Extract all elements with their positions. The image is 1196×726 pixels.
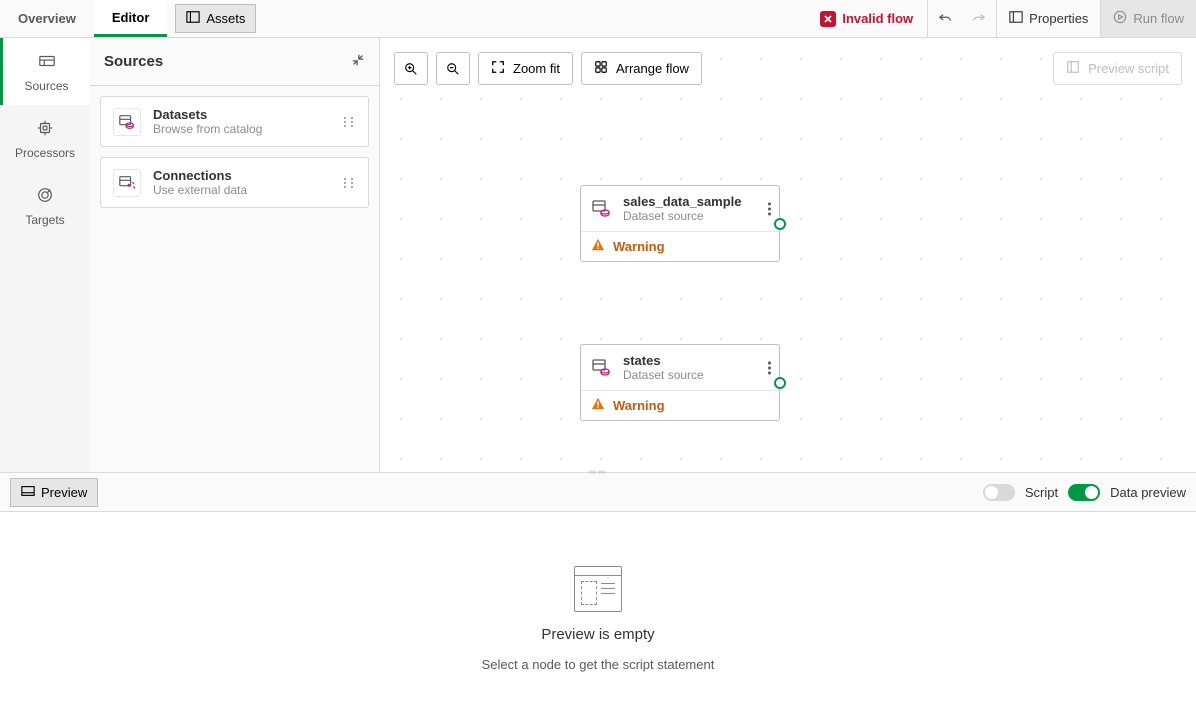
targets-icon <box>36 186 54 207</box>
warning-icon <box>591 238 605 255</box>
assets-label: Assets <box>206 11 245 26</box>
resize-handle[interactable]: ══ <box>583 467 613 478</box>
card-subtitle: Use external data <box>153 183 332 197</box>
undo-button[interactable] <box>928 0 962 37</box>
fullscreen-icon <box>491 60 505 77</box>
data-preview-toggle-label: Data preview <box>1110 485 1186 500</box>
dataset-source-icon <box>591 357 613 379</box>
warning-label: Warning <box>613 398 665 413</box>
run-label: Run flow <box>1133 11 1184 26</box>
panel-icon <box>1009 10 1023 27</box>
script-toggle[interactable] <box>983 484 1015 501</box>
panel-icon <box>21 484 35 501</box>
zoom-fit-label: Zoom fit <box>513 61 560 76</box>
topbar: Overview Editor Assets Invalid flow Prop… <box>0 0 1196 38</box>
data-preview-toggle[interactable] <box>1068 484 1100 501</box>
panel-icon <box>186 10 200 27</box>
drag-handle-icon[interactable] <box>344 117 356 127</box>
vtab-label: Targets <box>25 213 64 227</box>
node-warning: Warning <box>581 231 779 261</box>
vtab-processors[interactable]: Processors <box>0 105 90 172</box>
node-title: states <box>623 353 704 368</box>
node-title: sales_data_sample <box>623 194 742 209</box>
preview-button[interactable]: Preview <box>10 478 98 507</box>
preview-bar: ══ Preview Script Data preview <box>0 472 1196 512</box>
invalid-flow-status: Invalid flow <box>820 11 927 27</box>
collapse-icon[interactable] <box>351 53 365 70</box>
card-datasets[interactable]: Datasets Browse from catalog <box>100 96 369 147</box>
properties-label: Properties <box>1029 11 1088 26</box>
card-subtitle: Browse from catalog <box>153 122 332 136</box>
node-menu-button[interactable] <box>768 361 771 374</box>
processors-icon <box>36 119 54 140</box>
nav-tabs: Overview Editor <box>0 0 167 37</box>
zoom-fit-button[interactable]: Zoom fit <box>478 52 573 85</box>
card-connections[interactable]: Connections Use external data <box>100 157 369 208</box>
preview-label: Preview <box>41 485 87 500</box>
node-warning: Warning <box>581 390 779 420</box>
zoom-out-button[interactable] <box>436 52 470 85</box>
preview-empty-state: Preview is empty Select a node to get th… <box>0 512 1196 726</box>
redo-button[interactable] <box>962 0 996 37</box>
panel-title: Sources <box>104 53 163 70</box>
sources-icon <box>38 52 56 73</box>
panel-body: Datasets Browse from catalog Connections… <box>90 86 379 218</box>
empty-title: Preview is empty <box>541 626 654 643</box>
card-title: Datasets <box>153 107 332 122</box>
node-output-port[interactable] <box>774 377 786 389</box>
tab-overview[interactable]: Overview <box>0 0 94 37</box>
arrange-label: Arrange flow <box>616 61 689 76</box>
invalid-label: Invalid flow <box>842 11 913 26</box>
dataset-icon <box>113 108 141 136</box>
zoom-in-button[interactable] <box>394 52 428 85</box>
connection-icon <box>113 169 141 197</box>
vtab-label: Sources <box>24 79 68 93</box>
properties-button[interactable]: Properties <box>997 0 1100 37</box>
vertical-tabs: Sources Processors Targets <box>0 38 90 472</box>
empty-preview-icon <box>574 566 622 612</box>
warning-icon <box>591 397 605 414</box>
main: Sources Processors Targets Sources <box>0 38 1196 472</box>
canvas-grid <box>380 38 1196 472</box>
node-subtitle: Dataset source <box>623 368 704 382</box>
vtab-targets[interactable]: Targets <box>0 172 90 239</box>
grid-icon <box>594 60 608 77</box>
preview-script-label: Preview script <box>1088 61 1169 76</box>
drag-handle-icon[interactable] <box>344 178 356 188</box>
sources-panel: Sources Datasets Browse from catalog <box>90 38 380 472</box>
assets-button[interactable]: Assets <box>175 4 256 33</box>
node-subtitle: Dataset source <box>623 209 742 223</box>
warning-label: Warning <box>613 239 665 254</box>
node-sales-data-sample[interactable]: sales_data_sample Dataset source Warning <box>580 185 780 262</box>
arrange-flow-button[interactable]: Arrange flow <box>581 52 702 85</box>
node-states[interactable]: states Dataset source Warning <box>580 344 780 421</box>
vtab-sources[interactable]: Sources <box>0 38 91 105</box>
preview-script-button[interactable]: Preview script <box>1053 52 1182 85</box>
panel-header: Sources <box>90 38 379 86</box>
script-toggle-label: Script <box>1025 485 1058 500</box>
tab-editor[interactable]: Editor <box>94 0 168 37</box>
empty-subtitle: Select a node to get the script statemen… <box>482 657 715 672</box>
error-icon <box>820 11 836 27</box>
flow-canvas[interactable]: Zoom fit Arrange flow Preview script <box>380 38 1196 472</box>
run-flow-button[interactable]: Run flow <box>1101 0 1196 37</box>
canvas-toolbar: Zoom fit Arrange flow <box>394 52 702 85</box>
card-title: Connections <box>153 168 332 183</box>
node-menu-button[interactable] <box>768 202 771 215</box>
node-output-port[interactable] <box>774 218 786 230</box>
script-icon <box>1066 60 1080 77</box>
dataset-source-icon <box>591 198 613 220</box>
play-icon <box>1113 10 1127 27</box>
vtab-label: Processors <box>15 146 75 160</box>
